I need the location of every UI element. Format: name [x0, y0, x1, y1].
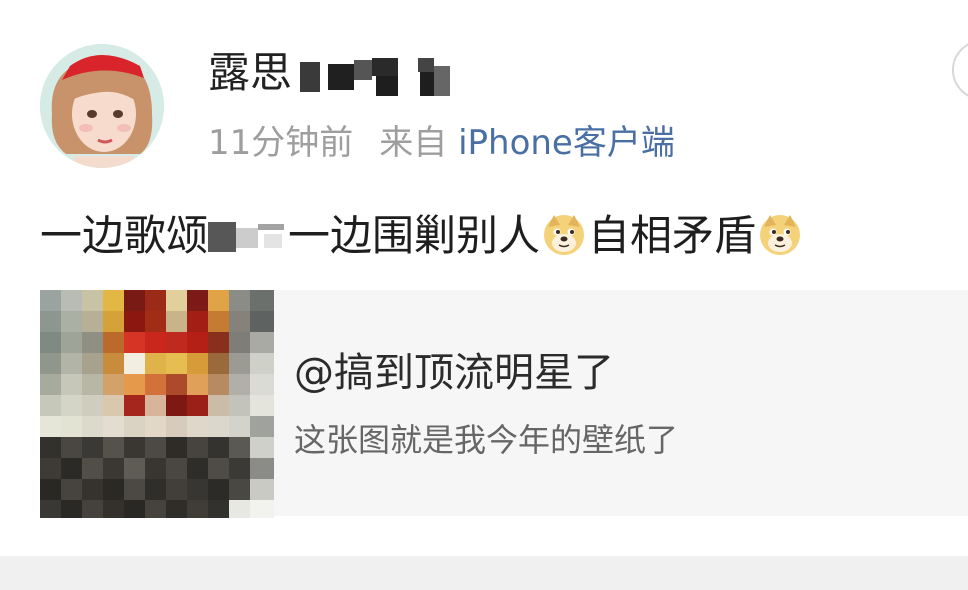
- content-text-2: 一边围剿别人: [288, 211, 541, 260]
- username-censor-mosaic: [300, 58, 470, 100]
- post-meta: 11分钟前 来自 iPhone客户端: [208, 120, 675, 166]
- source-client-link[interactable]: iPhone客户端: [458, 123, 675, 163]
- user-avatar[interactable]: [40, 44, 164, 168]
- feed-divider: [0, 556, 968, 590]
- repost-author-link[interactable]: @搞到顶流明星了: [294, 346, 614, 400]
- doge-emoji-icon: [758, 213, 802, 257]
- post-content: 一边歌颂 一边围剿别人 自相矛盾: [40, 206, 804, 266]
- repost-text: 这张图就是我今年的壁纸了: [294, 421, 679, 459]
- source-prefix: 来自: [379, 123, 448, 163]
- doge-emoji-icon: [542, 213, 586, 257]
- post-time: 11分钟前: [208, 123, 354, 163]
- repost-card[interactable]: @搞到顶流明星了 这张图就是我今年的壁纸了: [40, 290, 968, 518]
- username[interactable]: 露思: [208, 45, 292, 101]
- weibo-post: 露思 11分钟前 来自 iPhone客户端 一边歌颂 一边围剿别人 自相矛盾 @…: [0, 0, 968, 556]
- content-censor-smudge: [208, 212, 288, 252]
- follow-button-ring[interactable]: [952, 40, 968, 100]
- content-text-1: 一边歌颂: [40, 211, 209, 260]
- content-text-3: 自相矛盾: [588, 211, 757, 260]
- repost-thumbnail-mosaic[interactable]: [40, 290, 274, 518]
